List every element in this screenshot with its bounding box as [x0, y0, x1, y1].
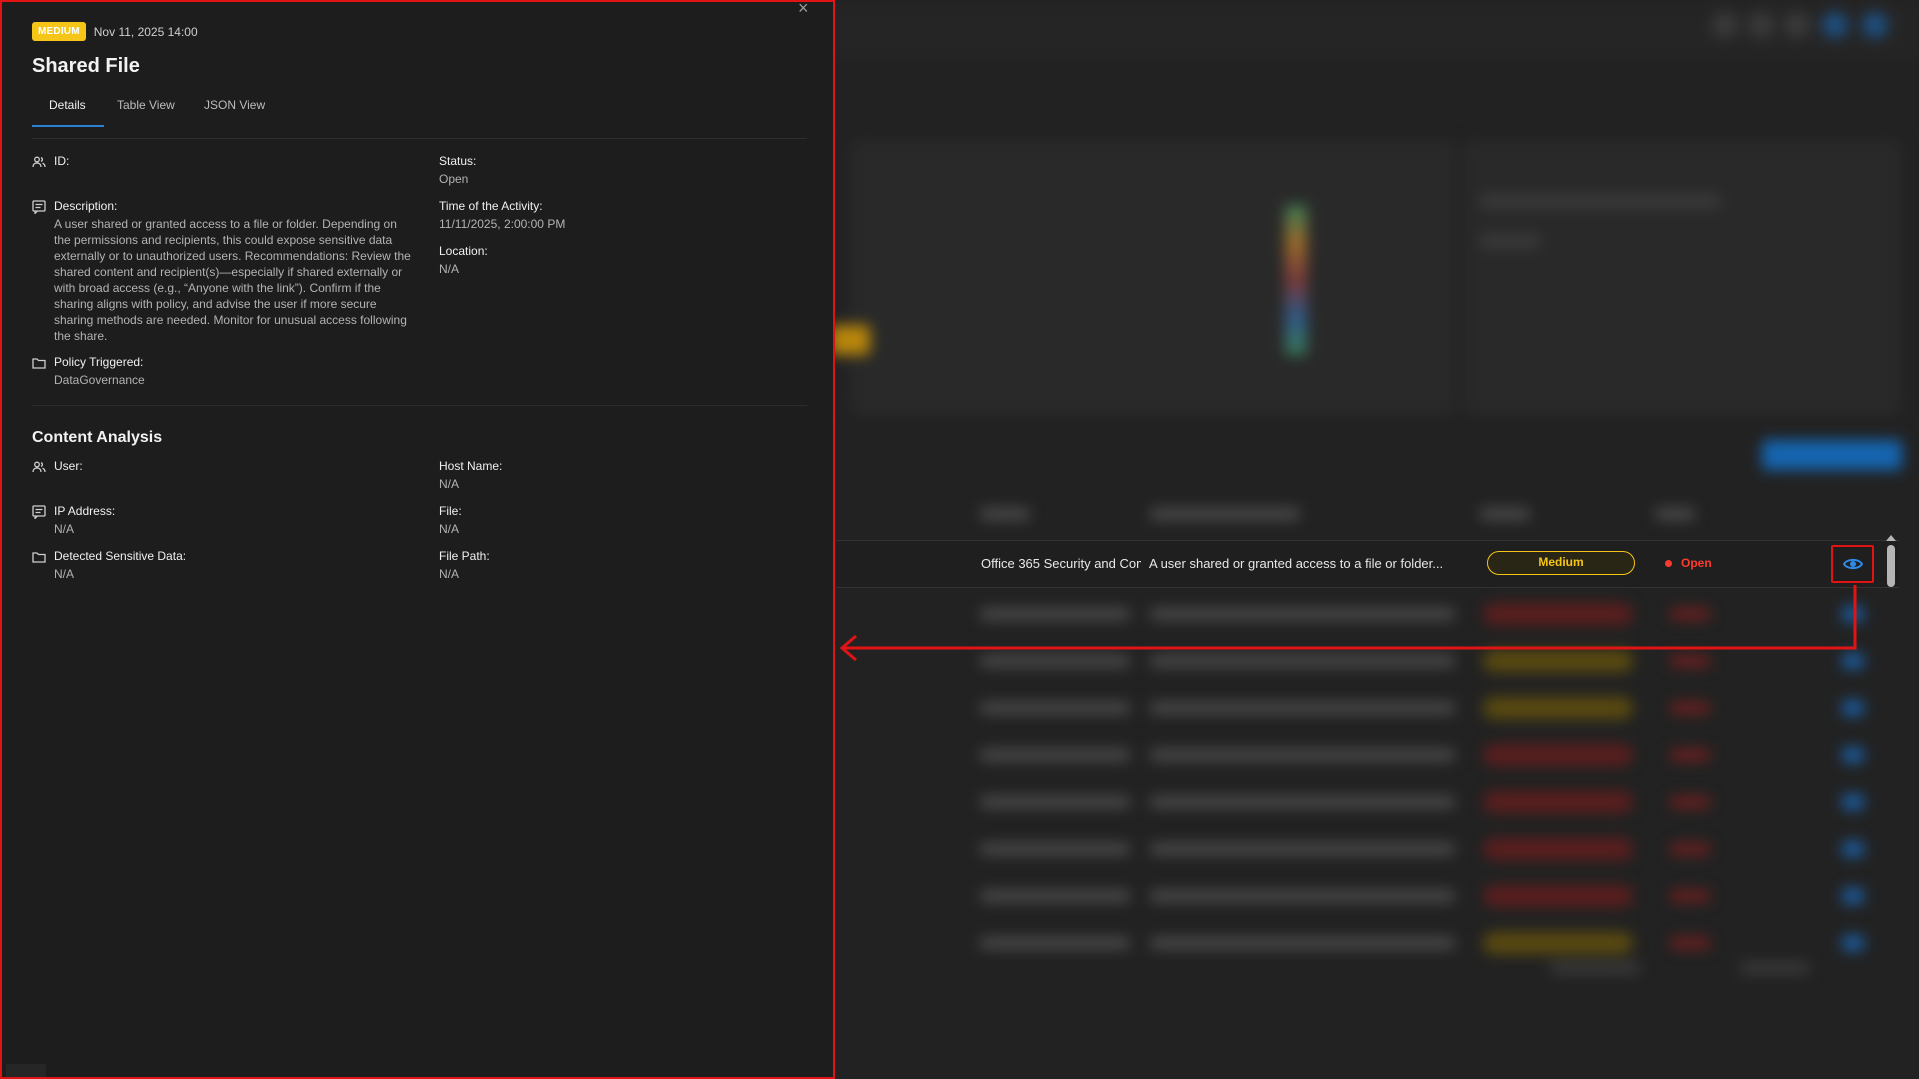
view-details-button[interactable]	[1831, 545, 1874, 583]
scroll-up-icon[interactable]	[1886, 535, 1896, 541]
panel-header: MEDIUM Nov 11, 2025 14:00	[32, 22, 198, 41]
description-value: A user shared or granted access to a fil…	[54, 217, 411, 343]
field-time: Time of the Activity: 11/11/2025, 2:00:0…	[439, 199, 799, 232]
folder-icon	[32, 552, 46, 563]
chart-legend	[1285, 205, 1307, 355]
field-sensitive-data: Detected Sensitive Data: N/A	[32, 549, 412, 582]
users-icon	[32, 156, 46, 168]
close-icon[interactable]: ×	[798, 2, 809, 19]
active-tab-indicator	[32, 125, 104, 127]
field-status: Status: Open	[439, 154, 799, 187]
column-header	[1480, 508, 1530, 520]
row-source: Office 365 Security and Compliance	[981, 556, 1141, 571]
sensitive-value: N/A	[54, 567, 75, 581]
ip-label: IP Address:	[54, 504, 116, 518]
location-label: Location:	[439, 244, 488, 258]
status-value: Open	[439, 172, 469, 186]
eye-icon	[1842, 558, 1863, 570]
field-description: Description: A user shared or granted ac…	[32, 199, 412, 344]
toolbar-icon	[1712, 12, 1738, 38]
field-file-path: File Path: N/A	[439, 549, 799, 582]
toolbar-icon	[1748, 12, 1774, 38]
host-value: N/A	[439, 477, 460, 491]
field-host: Host Name: N/A	[439, 459, 799, 492]
tab-bar: Details Table View JSON View	[32, 98, 807, 139]
column-header	[980, 508, 1030, 520]
file-label: File:	[439, 504, 462, 518]
tab-details[interactable]: Details	[49, 98, 86, 124]
time-label: Time of the Activity:	[439, 199, 543, 213]
severity-pill: Medium	[1487, 551, 1635, 575]
field-file: File: N/A	[439, 504, 799, 537]
users-icon	[32, 461, 46, 473]
page-title: Shared File	[32, 55, 140, 77]
content-analysis-title: Content Analysis	[32, 429, 163, 446]
id-label: ID:	[54, 154, 70, 168]
message-icon	[32, 505, 46, 519]
toolbar-icon	[1862, 12, 1888, 38]
toolbar-icon	[1822, 12, 1848, 38]
panel-footer-mark	[6, 1064, 46, 1077]
tab-json-view[interactable]: JSON View	[204, 98, 265, 124]
ip-value: N/A	[54, 522, 75, 536]
summary-line	[1480, 195, 1720, 207]
path-value: N/A	[439, 567, 460, 581]
toolbar-icon	[1784, 12, 1810, 38]
field-policy: Policy Triggered: DataGovernance	[32, 355, 412, 388]
alert-timestamp: Nov 11, 2025 14:00	[93, 24, 198, 39]
table-scrollbar[interactable]	[1887, 545, 1895, 587]
sensitive-label: Detected Sensitive Data:	[54, 549, 187, 563]
detail-panel: × MEDIUM Nov 11, 2025 14:00 Shared File …	[0, 0, 835, 1079]
message-icon	[32, 200, 46, 214]
summary-line	[1480, 235, 1540, 247]
row-description: A user shared or granted access to a fil…	[1149, 556, 1444, 571]
chart-card	[850, 140, 1455, 415]
summary-card	[1462, 140, 1902, 415]
location-value: N/A	[439, 262, 460, 276]
folder-icon	[32, 358, 46, 369]
pagination	[1550, 962, 1640, 974]
host-label: Host Name:	[439, 459, 503, 473]
file-value: N/A	[439, 522, 460, 536]
severity-badge: MEDIUM	[32, 22, 86, 41]
tab-table-view[interactable]: Table View	[117, 98, 175, 124]
policy-value: DataGovernance	[54, 373, 145, 387]
time-value: 11/11/2025, 2:00:00 PM	[439, 217, 566, 231]
field-user: User:	[32, 459, 412, 476]
field-id: ID:	[32, 154, 412, 171]
table-row-selected[interactable]: Office 365 Security and Compliance A use…	[836, 540, 1899, 588]
action-button	[1762, 440, 1902, 470]
chart-mark	[830, 325, 870, 355]
user-label: User:	[54, 459, 83, 473]
field-ip: IP Address: N/A	[32, 504, 412, 537]
status-label: Status:	[439, 154, 477, 168]
status-dot-icon	[1665, 560, 1672, 567]
policy-label: Policy Triggered:	[54, 355, 144, 369]
column-header	[1150, 508, 1300, 520]
path-label: File Path:	[439, 549, 490, 563]
row-status: Open	[1681, 556, 1712, 570]
column-header	[1655, 508, 1695, 520]
pagination	[1740, 962, 1810, 974]
section-divider	[32, 405, 807, 406]
field-location: Location: N/A	[439, 244, 799, 277]
description-label: Description:	[54, 199, 118, 213]
